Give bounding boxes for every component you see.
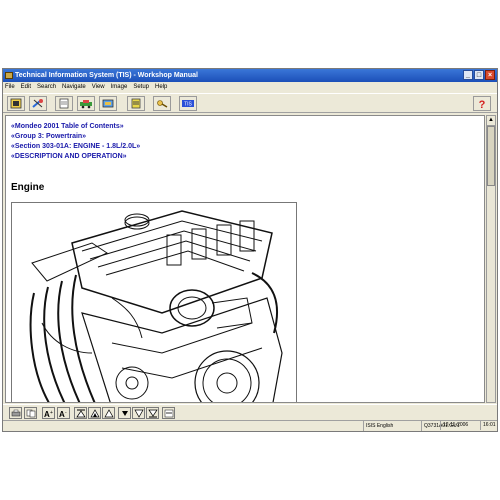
status-language: ISIS English (363, 421, 421, 431)
network-icon: TIS (182, 100, 194, 108)
svg-text:TIS: TIS (184, 102, 192, 108)
document-icon (59, 98, 69, 109)
key-icon (157, 100, 168, 108)
last-button[interactable] (146, 407, 159, 419)
window-controls: _ □ × (463, 70, 495, 80)
menu-setup[interactable]: Setup (133, 82, 149, 93)
help-icon: ? (479, 99, 486, 109)
car-icon (80, 100, 92, 109)
menu-view[interactable]: View (92, 82, 105, 93)
fit-icon (164, 409, 173, 417)
menu-search[interactable]: Search (37, 82, 56, 93)
svg-text:-: - (65, 410, 67, 416)
scroll-thumb[interactable] (487, 126, 495, 186)
menu-bar: File Edit Search Navigate View Image Set… (3, 82, 497, 93)
zoom-out-button[interactable]: A- (57, 407, 70, 419)
first-icon (75, 409, 86, 417)
page-title: Engine (11, 182, 45, 193)
first-button[interactable] (74, 407, 87, 419)
scroll-up-arrow[interactable]: ▲ (487, 116, 495, 126)
application-window: Technical Information System (TIS) - Wor… (2, 68, 498, 432)
engine-illustration (29, 210, 283, 402)
engine-figure (11, 202, 297, 402)
link-section[interactable]: «Section 303-01A: ENGINE - 1.8L/2.0L» (11, 142, 140, 152)
next-down-button[interactable] (132, 407, 145, 419)
up-icon (103, 408, 114, 417)
menu-edit[interactable]: Edit (21, 82, 31, 93)
svg-text:+: + (50, 410, 53, 416)
main-toolbar: TIS ? (3, 93, 497, 113)
print-icon (11, 409, 20, 416)
svg-text:?: ? (479, 99, 486, 109)
window-title: Technical Information System (TIS) - Wor… (15, 72, 198, 79)
key-button[interactable] (153, 96, 171, 111)
status-bar: ISIS English Q3731A01.GU1 (3, 420, 497, 431)
vehicle-button[interactable] (77, 96, 95, 111)
minimize-button[interactable]: _ (463, 70, 473, 80)
help-button[interactable]: ? (473, 96, 491, 111)
close-button[interactable]: × (485, 70, 495, 80)
last-icon (147, 409, 158, 417)
status-time: 16:01 (480, 420, 496, 430)
menu-navigate[interactable]: Navigate (62, 82, 86, 93)
down-icon (121, 410, 128, 416)
notes-button[interactable] (127, 96, 145, 111)
copy-icon (26, 409, 35, 417)
prev-up-button[interactable] (88, 407, 101, 419)
document-button[interactable] (55, 96, 73, 111)
document-pane: «Mondeo 2001 Table of Contents» «Group 3… (5, 115, 485, 403)
zoom-in-icon: A + (44, 410, 53, 418)
up-button[interactable] (102, 407, 115, 419)
fit-button[interactable] (162, 407, 175, 419)
app-icon (5, 72, 13, 79)
image-toolbar: A + A- (3, 404, 497, 420)
network-button[interactable]: TIS (179, 96, 197, 111)
maximize-button[interactable]: □ (474, 70, 484, 80)
down-button[interactable] (118, 407, 131, 419)
print-button[interactable] (9, 407, 22, 419)
wrench-button[interactable] (29, 96, 47, 111)
menu-image[interactable]: Image (111, 82, 128, 93)
prev-up-icon (89, 408, 100, 417)
menu-help[interactable]: Help (155, 82, 167, 93)
status-date: 12-11-2006 (440, 420, 468, 430)
copy-button[interactable] (24, 407, 37, 419)
breadcrumb-links: «Mondeo 2001 Table of Contents» «Group 3… (11, 122, 140, 162)
zoom-out-icon: A- (59, 410, 67, 418)
tools-button[interactable] (99, 96, 117, 111)
status-message (3, 421, 363, 431)
wrench-icon (32, 99, 43, 108)
index-icon (10, 98, 22, 109)
index-button[interactable] (7, 96, 25, 111)
link-group[interactable]: «Group 3: Powertrain» (11, 132, 140, 142)
zoom-in-button[interactable]: A + (42, 407, 55, 419)
link-table-of-contents[interactable]: «Mondeo 2001 Table of Contents» (11, 122, 140, 132)
title-bar[interactable]: Technical Information System (TIS) - Wor… (3, 69, 497, 82)
menu-file[interactable]: File (5, 82, 15, 93)
tools-icon (102, 99, 114, 108)
next-down-icon (133, 409, 144, 418)
notes-icon (131, 98, 141, 109)
vertical-scrollbar[interactable]: ▲ (486, 115, 496, 403)
link-description[interactable]: «DESCRIPTION AND OPERATION» (11, 152, 140, 162)
